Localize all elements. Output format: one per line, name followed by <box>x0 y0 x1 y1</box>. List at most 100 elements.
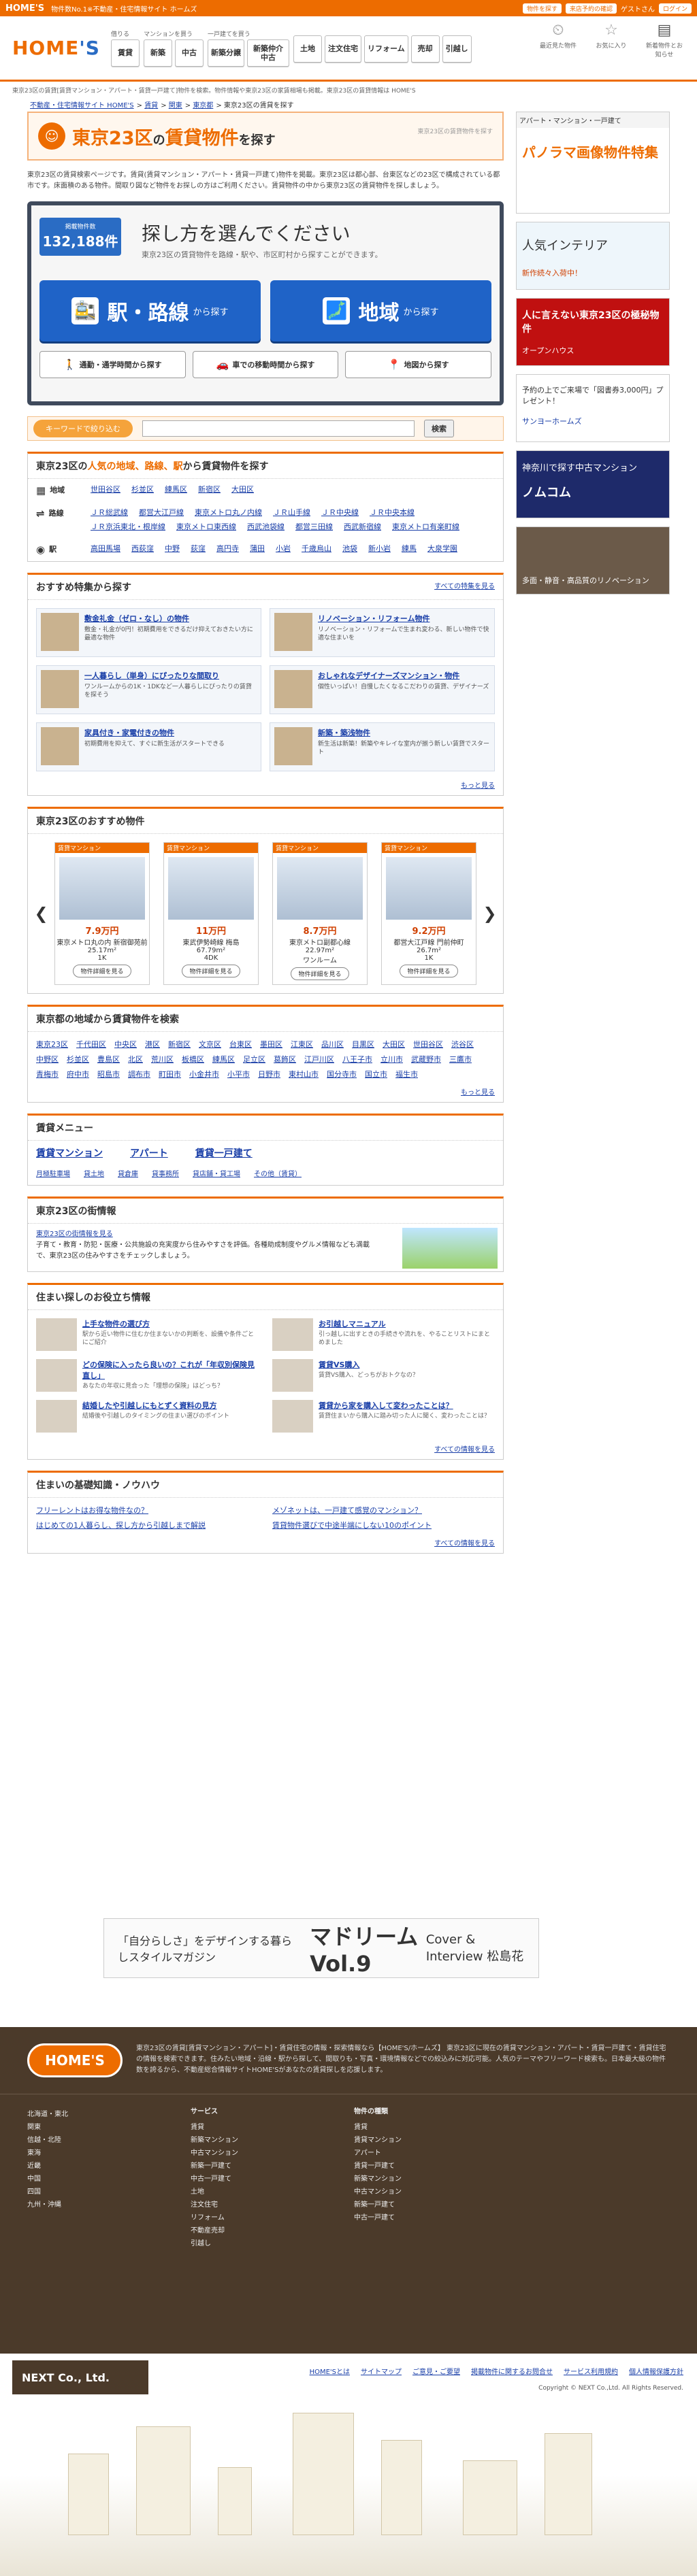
tip-title[interactable]: お引越しマニュアル <box>319 1318 495 1329</box>
tip-title[interactable]: どの保険に入ったら良いの？これが「年収別保険見直し」 <box>82 1359 259 1381</box>
footer-link[interactable]: 四国 <box>27 2186 163 2198</box>
line-link[interactable]: ＪＲ中央線 <box>321 507 359 518</box>
area-link[interactable]: 練馬区 <box>165 484 187 497</box>
line-link[interactable]: ＪＲ中央本線 <box>370 507 415 518</box>
city-link[interactable]: 大田区 <box>383 1039 405 1050</box>
nav-used-mansion[interactable]: 中古 <box>174 39 204 67</box>
feature-title[interactable]: おしゃれなデザイナーズマンション・物件 <box>318 670 489 681</box>
tip-item[interactable]: お引越しマニュアル 引っ越しに出すときの手続きや流れを、やることリストにまとめまし… <box>272 1318 495 1354</box>
city-link[interactable]: 墨田区 <box>260 1039 282 1050</box>
station-link[interactable]: 新小岩 <box>368 543 391 556</box>
footer-link[interactable]: 北海道・東北 <box>27 2108 163 2121</box>
footer-link[interactable]: 土地 <box>191 2186 327 2198</box>
footer-logo[interactable]: HOME'S <box>27 2043 123 2077</box>
keyword-search-button[interactable]: 検索 <box>424 420 454 437</box>
footer-link[interactable]: 中古一戸建て <box>191 2173 327 2186</box>
footer-link[interactable]: 注文住宅 <box>191 2198 327 2211</box>
side-banner-nomucom[interactable]: 神奈川で探す中古マンション ノムコム <box>516 450 670 518</box>
feature-title[interactable]: 敷金礼金（ゼロ・なし）の物件 <box>84 613 257 624</box>
footer-link[interactable]: 賃貸一戸建て <box>354 2160 490 2173</box>
feature-card[interactable]: 一人暮らし（単身）にぴったりな間取り ワンルームからの1K・1DKなど一人暮らしに… <box>36 665 261 714</box>
city-link[interactable]: 葛飾区 <box>274 1054 296 1065</box>
menu-sub-link[interactable]: 貸土地 <box>84 1168 104 1178</box>
nav-custom-house[interactable]: 注文住宅 <box>324 35 361 63</box>
line-link[interactable]: 都営三田線 <box>295 522 333 532</box>
feature-title[interactable]: 新築・築浅物件 <box>318 727 490 738</box>
crumb-kanto[interactable]: 関東 <box>169 102 182 110</box>
footer-bottom-link[interactable]: HOME'Sとは <box>310 2366 350 2376</box>
line-link[interactable]: 都営大江戸線 <box>139 507 184 518</box>
nav-used-house[interactable]: 新築仲介中古 <box>246 39 289 67</box>
line-link[interactable]: 東京メトロ有楽町線 <box>392 522 459 532</box>
city-link[interactable]: 府中市 <box>67 1069 89 1080</box>
find-property-link[interactable]: 物件を探す <box>522 3 562 14</box>
line-link[interactable]: ＪＲ山手線 <box>273 507 310 518</box>
footer-link[interactable]: リフォーム <box>191 2211 327 2224</box>
homes-logo[interactable]: HOME'S <box>12 37 100 59</box>
madream-banner[interactable]: 「自分らしさ」をデザインする暮らしスタイルマガジン マドリーム Vol.9 Co… <box>103 1918 539 1978</box>
features-more-link[interactable]: もっと見る <box>461 782 495 790</box>
city-link[interactable]: 板橋区 <box>182 1054 204 1065</box>
city-link[interactable]: 渋谷区 <box>451 1039 474 1050</box>
feature-card[interactable]: おしゃれなデザイナーズマンション・物件 個性いっぱい！自慢したくなるこだわりの賃貸… <box>270 665 495 714</box>
search-by-car-button[interactable]: 🚗 車での移動時間から探す <box>192 351 339 378</box>
basics-link[interactable]: 賃貸物件選びで中途半端にしない10のポイント <box>272 1520 495 1530</box>
station-link[interactable]: 練馬 <box>402 543 417 556</box>
history-button[interactable]: ⏲ 最近見た物件 <box>538 22 579 58</box>
city-link[interactable]: 江戸川区 <box>304 1054 334 1065</box>
footer-link[interactable]: 賃貸マンション <box>354 2134 490 2147</box>
city-link[interactable]: 中央区 <box>114 1039 137 1050</box>
city-link[interactable]: 杉並区 <box>67 1054 89 1065</box>
login-button[interactable]: ログイン <box>658 3 692 14</box>
city-link[interactable]: 文京区 <box>199 1039 221 1050</box>
footer-bottom-link[interactable]: ご意見・ご要望 <box>412 2366 460 2376</box>
recommend-card[interactable]: 賃貸マンション 8.7万円 東京メトロ副都心線 22.97m² ワンルーム 物件詳細を見る <box>272 841 368 985</box>
menu-sub-link[interactable]: 貸倉庫 <box>118 1168 138 1178</box>
menu-sub-link[interactable]: 貸事務所 <box>152 1168 179 1178</box>
footer-bottom-link[interactable]: 個人情報保護方針 <box>629 2366 683 2376</box>
city-link[interactable]: 国分寺市 <box>327 1069 357 1080</box>
city-link[interactable]: 北区 <box>128 1054 143 1065</box>
menu-sub-link[interactable]: 貸店舗・貸工場 <box>193 1168 240 1178</box>
station-link[interactable]: 高田馬場 <box>91 543 120 556</box>
city-link[interactable]: 江東区 <box>291 1039 313 1050</box>
tip-title[interactable]: 賃貸VS購入 <box>319 1359 419 1370</box>
feature-card[interactable]: 敷金礼金（ゼロ・なし）の物件 敷金・礼金が0円！初期費用をできるだけ抑えておきたい… <box>36 607 261 657</box>
city-link[interactable]: 立川市 <box>380 1054 403 1065</box>
features-all-link[interactable]: すべての特集を見る <box>434 580 495 594</box>
station-link[interactable]: 小岩 <box>276 543 291 556</box>
search-by-map-button[interactable]: 📍 地図から探す <box>345 351 492 378</box>
footer-link[interactable]: 九州・沖縄 <box>27 2198 163 2211</box>
city-link[interactable]: 昭島市 <box>97 1069 120 1080</box>
city-link[interactable]: 八王子市 <box>342 1054 372 1065</box>
footer-bottom-link[interactable]: 掲載物件に関するお問合せ <box>471 2366 553 2376</box>
city-link[interactable]: 東京23区 <box>36 1039 68 1050</box>
info-link[interactable]: 東京23区の街情報を見る <box>36 1231 113 1238</box>
recommend-card[interactable]: 賃貸マンション 7.9万円 東京メトロ丸の内 新宿御苑前 25.17m² 1K 物件詳細を… <box>54 841 150 985</box>
footer-link[interactable]: 関東 <box>27 2121 163 2134</box>
area-link[interactable]: 世田谷区 <box>91 484 120 497</box>
city-link[interactable]: 荒川区 <box>151 1054 174 1065</box>
feature-title[interactable]: リノベーション・リフォーム物件 <box>318 613 490 624</box>
line-link[interactable]: ＪＲ京浜東北・根岸線 <box>91 522 165 532</box>
city-link[interactable]: 世田谷区 <box>413 1039 443 1050</box>
line-link[interactable]: 西武新宿線 <box>344 522 381 532</box>
footer-link[interactable]: 中古マンション <box>191 2147 327 2160</box>
footer-link[interactable]: 中国 <box>27 2173 163 2186</box>
line-link[interactable]: 東京メトロ丸ノ内線 <box>195 507 262 518</box>
feature-card[interactable]: リノベーション・リフォーム物件 リノベーション・リフォームで生まれ変わる、新しい物… <box>270 607 495 657</box>
footer-link[interactable]: 賃貸 <box>191 2121 327 2134</box>
city-link[interactable]: 日野市 <box>258 1069 280 1080</box>
search-by-commute-button[interactable]: 🚶 通勤・通学時間から探す <box>39 351 186 378</box>
tip-item[interactable]: どの保険に入ったら良いの？これが「年収別保険見直し」 あなたの年収に見合った「理想… <box>36 1358 259 1394</box>
nav-moving[interactable]: 引越し <box>442 35 472 63</box>
menu-main-link[interactable]: アパート <box>130 1146 168 1160</box>
menu-main-link[interactable]: 賃貸一戸建て <box>195 1146 253 1160</box>
area-link[interactable]: 大田区 <box>231 484 254 497</box>
city-link[interactable]: 町田市 <box>159 1069 181 1080</box>
crumb-tokyo[interactable]: 東京都 <box>193 102 213 110</box>
area-link[interactable]: 杉並区 <box>131 484 154 497</box>
nav-new-mansion[interactable]: 新築 <box>143 39 172 67</box>
tip-title[interactable]: 上手な物件の選び方 <box>82 1318 259 1329</box>
line-link[interactable]: 東京メトロ東西線 <box>176 522 236 532</box>
